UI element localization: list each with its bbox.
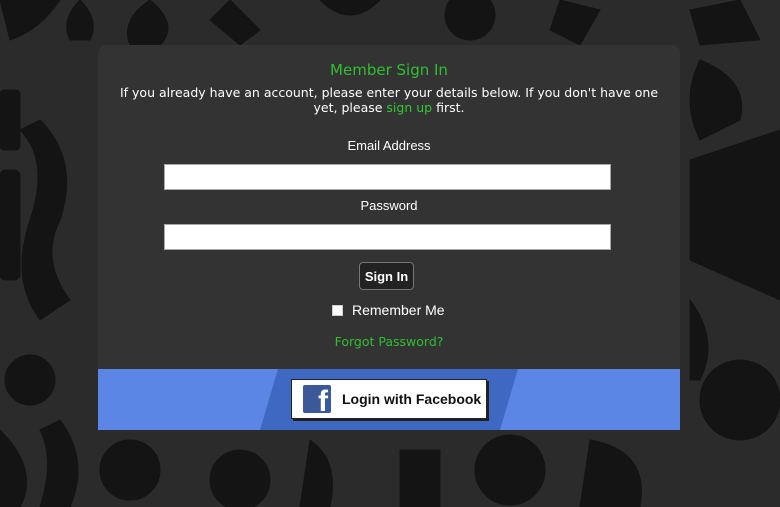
sign-in-panel: Member Sign In If you already have an ac… [98,45,680,430]
forgot-password-link[interactable]: Forgot Password? [98,334,680,349]
email-field[interactable] [164,164,611,190]
password-label: Password [360,198,418,213]
intro-text: If you already have an account, please e… [118,85,660,115]
email-label: Email Address [347,138,431,153]
remember-me-label: Remember Me [352,302,445,318]
remember-me-checkbox[interactable] [332,304,343,316]
remember-me[interactable]: Remember Me [332,302,445,318]
facebook-button-label: Login with Facebook [342,391,482,407]
facebook-icon: f [303,385,331,413]
facebook-icon-glyph: f [318,385,328,414]
page-title: Member Sign In [330,61,448,79]
password-field[interactable] [164,224,611,250]
sign-in-button[interactable]: Sign In [359,262,414,290]
login-with-facebook-button[interactable]: f Login with Facebook [291,379,487,419]
sign-up-link[interactable]: sign up [386,100,432,115]
intro-text-after: first. [432,100,465,115]
